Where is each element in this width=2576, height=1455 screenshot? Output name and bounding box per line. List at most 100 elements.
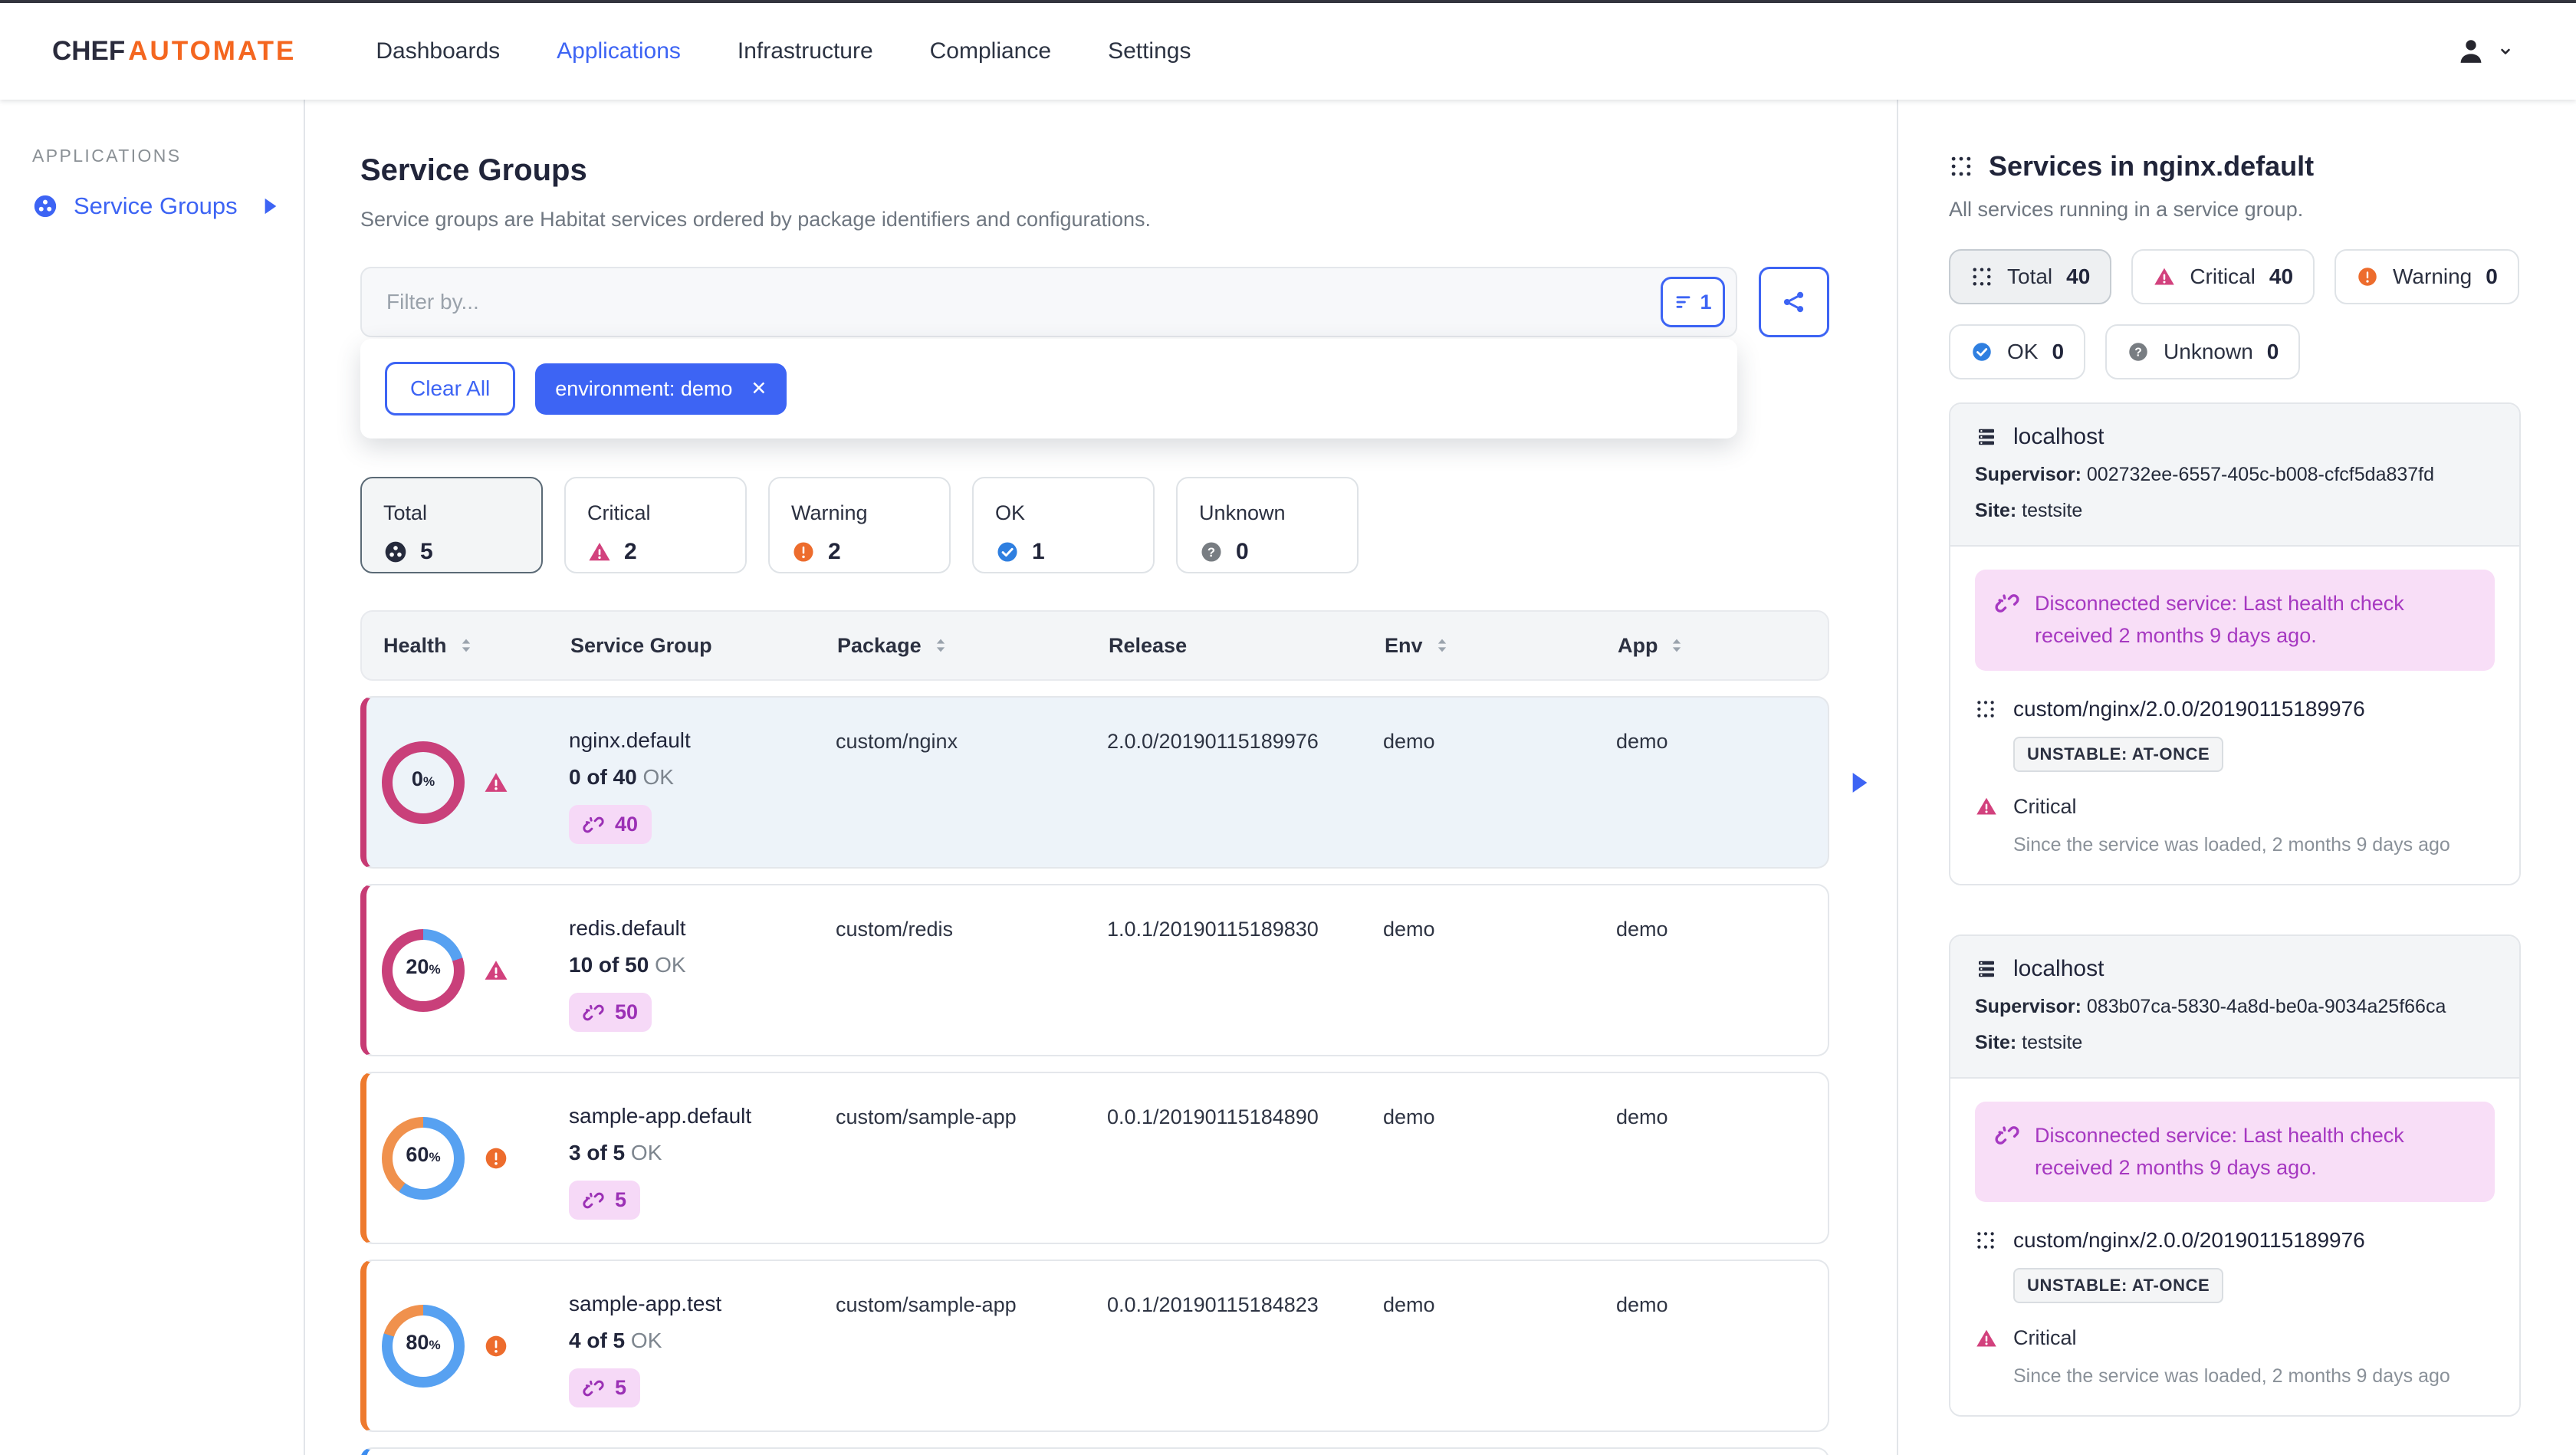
- panel-title-text: Services in nginx.default: [1989, 150, 2315, 182]
- status-icon: [587, 540, 612, 564]
- env-cell: demo: [1383, 1105, 1435, 1128]
- service-group-row[interactable]: 100% nginx.dev 10 of 10 OK 10 custom/ngi…: [360, 1447, 1829, 1455]
- package-ident-row: custom/nginx/2.0.0/20190115189976: [1975, 697, 2495, 721]
- filter-count-button[interactable]: 1: [1661, 277, 1725, 327]
- health-status-icon: [483, 1333, 509, 1359]
- disconnected-count-pill: 5: [569, 1368, 641, 1407]
- package-cell: custom/nginx: [836, 730, 958, 753]
- sort-icon[interactable]: [1667, 636, 1687, 655]
- service-group-name: sample-app.test: [569, 1292, 722, 1315]
- service-group-row[interactable]: 80% sample-app.test 4 of 5 OK 5 custom/s…: [360, 1260, 1829, 1432]
- status-tab[interactable]: Warning 2: [768, 477, 951, 573]
- status-tab-count: 2: [624, 538, 637, 564]
- status-icon: [383, 540, 408, 564]
- page-subtitle: Service groups are Habitat services orde…: [360, 208, 1152, 231]
- channel-badge: UNSTABLE: AT-ONCE: [2013, 736, 2224, 772]
- status-icon: [791, 540, 816, 564]
- column-header[interactable]: Release: [1109, 634, 1385, 658]
- selected-row-marker: [1849, 772, 1871, 793]
- sort-icon[interactable]: [931, 636, 951, 655]
- sidebar-item-service-groups[interactable]: Service Groups: [32, 192, 304, 220]
- column-header[interactable]: App: [1618, 634, 1828, 658]
- nav-item[interactable]: Dashboards: [376, 38, 500, 64]
- panel-status-badge[interactable]: Unknown 0: [2105, 324, 2301, 379]
- nav-item[interactable]: Compliance: [930, 38, 1051, 64]
- column-header[interactable]: Package: [837, 634, 1109, 658]
- package-ident-row: custom/nginx/2.0.0/20190115189976: [1975, 1228, 2495, 1253]
- status-icon: [2356, 265, 2379, 288]
- sort-icon[interactable]: [456, 636, 476, 655]
- health-status-row: Critical: [1975, 795, 2495, 819]
- health-donut: 80%: [382, 1304, 465, 1388]
- host-row: localhost: [1975, 424, 2495, 450]
- health-status-icon: [483, 1145, 509, 1171]
- server-icon: [1975, 425, 1998, 448]
- host-row: localhost: [1975, 956, 2495, 982]
- column-header-label: Package: [837, 633, 922, 657]
- status-icon: [2153, 265, 2176, 288]
- service-group-row[interactable]: 20% redis.default 10 of 50 OK 50 custom/…: [360, 884, 1829, 1056]
- status-icon: [995, 540, 1020, 564]
- nav-item[interactable]: Infrastructure: [738, 38, 873, 64]
- remove-filter-icon[interactable]: ✕: [751, 379, 767, 399]
- health-cell: 20%: [382, 928, 569, 1012]
- health-donut: 0%: [382, 741, 465, 824]
- site-name: testsite: [2022, 1031, 2083, 1053]
- status-tab[interactable]: Critical 2: [564, 477, 747, 573]
- disconnected-alert-text: Disconnected service: Last health check …: [2035, 1123, 2404, 1179]
- panel-subtitle: All services running in a service group.: [1949, 198, 2304, 221]
- release-cell: 0.0.1/20190115184890: [1107, 1105, 1319, 1128]
- disconnected-alert-text: Disconnected service: Last health check …: [2035, 592, 2404, 647]
- disconnected-count-pill: 50: [569, 993, 652, 1032]
- clear-all-button[interactable]: Clear All: [385, 362, 516, 415]
- service-group-row[interactable]: 0% nginx.default 0 of 40 OK 40 custom/ng…: [360, 696, 1829, 869]
- badge-label: Total: [2007, 264, 2053, 288]
- filter-input[interactable]: Filter by... 1: [360, 267, 1737, 337]
- server-icon: [1975, 957, 1998, 980]
- percent-sign: %: [429, 1149, 441, 1164]
- service-cards: localhost Supervisor: 002732ee-6557-405c…: [1949, 402, 2521, 1455]
- service-group-name: sample-app.default: [569, 1104, 752, 1128]
- status-tab[interactable]: Unknown 0: [1176, 477, 1359, 573]
- filter-bar: Filter by... 1: [360, 267, 1829, 337]
- status-tab[interactable]: OK 1: [972, 477, 1155, 573]
- site-row: Site: testsite: [1975, 500, 2083, 521]
- disconnected-count: 40: [615, 813, 639, 836]
- top-nav: Dashboards Applications Infrastructure Comp…: [376, 38, 1191, 64]
- disconnected-icon: [1995, 591, 2019, 616]
- panel-status-badge[interactable]: Total 40: [1949, 249, 2112, 304]
- panel-status-badge[interactable]: Critical 40: [2131, 249, 2315, 304]
- status-tab-count: 1: [1032, 538, 1045, 564]
- share-button[interactable]: [1759, 267, 1829, 337]
- status-filter-tabs: Total 5 Critical 2 Warning 2 OK 1 Unknow…: [360, 477, 1829, 573]
- service-group-row[interactable]: 60% sample-app.default 3 of 5 OK 5 custo…: [360, 1072, 1829, 1244]
- chef-automate-logo[interactable]: CHEF AUTOMATE: [52, 36, 296, 67]
- site-name: testsite: [2022, 500, 2083, 521]
- panel-status-badge[interactable]: OK 0: [1949, 324, 2086, 379]
- column-header[interactable]: Health: [383, 634, 570, 658]
- user-menu[interactable]: [2455, 35, 2515, 67]
- nav-item[interactable]: Applications: [557, 38, 681, 64]
- badge-count: 0: [2486, 264, 2498, 288]
- disconnected-count-pill: 40: [569, 805, 652, 844]
- supervisor-id: 002732ee-6557-405c-b008-cfcf5da837fd: [2086, 464, 2435, 485]
- app-cell: demo: [1616, 1293, 1668, 1316]
- panel-status-badge[interactable]: Warning 0: [2334, 249, 2519, 304]
- status-tab-label: Unknown: [1199, 501, 1286, 524]
- sort-icon[interactable]: [1432, 636, 1452, 655]
- badge-label: Warning: [2393, 264, 2472, 288]
- status-icon: [1199, 540, 1224, 564]
- health-since-text: Since the service was loaded, 2 months 9…: [2013, 1365, 2450, 1388]
- nav-item[interactable]: Settings: [1108, 38, 1191, 64]
- status-tab-label: Warning: [791, 501, 868, 524]
- filter-chip[interactable]: environment: demo ✕: [535, 363, 787, 415]
- status-tab[interactable]: Total 5: [360, 477, 543, 573]
- caret-right-icon: [262, 198, 279, 215]
- package-cell: custom/sample-app: [836, 1105, 1017, 1128]
- health-status-icon: [483, 957, 509, 984]
- package-cell: custom/redis: [836, 918, 954, 941]
- service-card: localhost Supervisor: 002732ee-6557-405c…: [1949, 402, 2521, 885]
- column-header[interactable]: Env: [1385, 634, 1618, 658]
- column-header[interactable]: Service Group: [570, 634, 837, 658]
- disconnected-icon: [583, 1190, 604, 1211]
